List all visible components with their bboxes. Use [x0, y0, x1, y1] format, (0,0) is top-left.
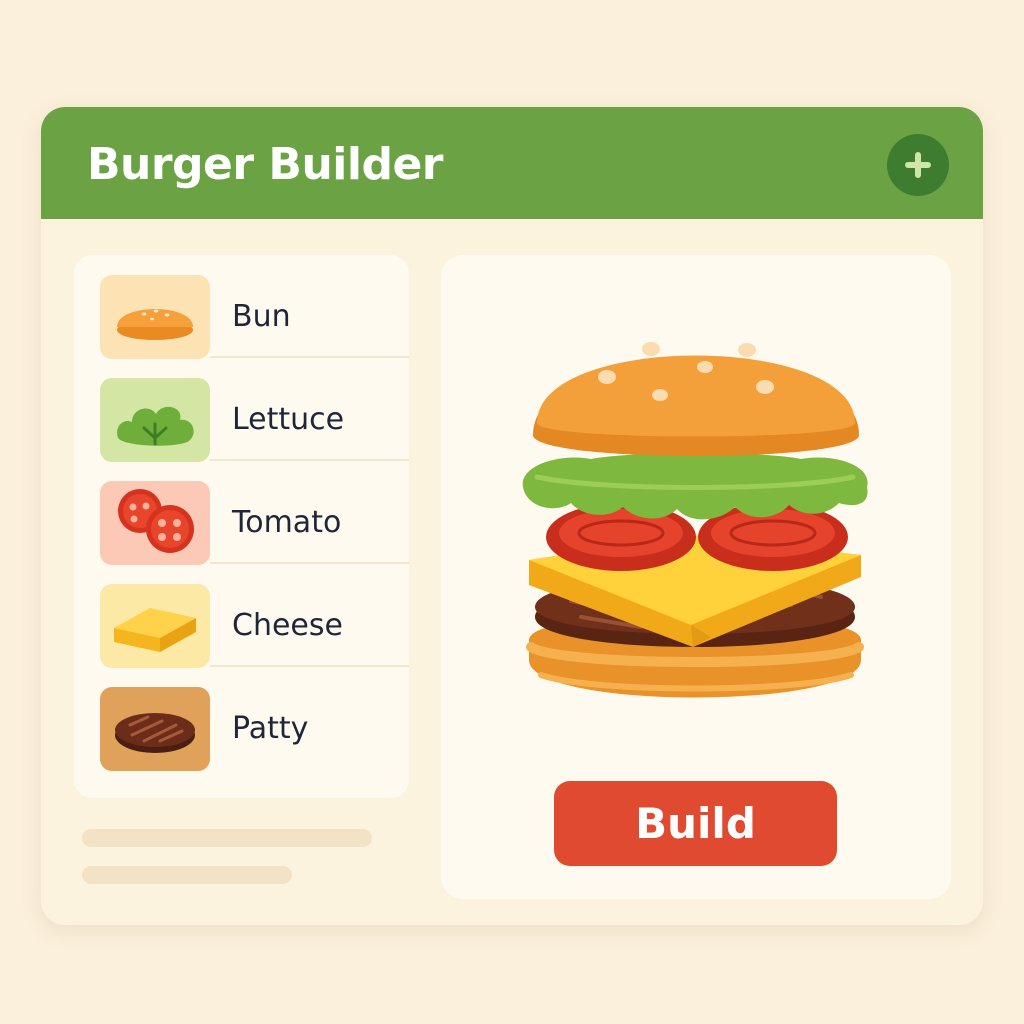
- list-item-patty[interactable]: Patty: [74, 667, 409, 771]
- patty-thumb: [100, 687, 210, 771]
- list-item-tomato[interactable]: Tomato: [74, 461, 409, 565]
- app-window: Burger Builder Bun Lettuce Tomato Cheese…: [41, 107, 983, 925]
- lettuce-thumb: [100, 378, 210, 462]
- header-bar: Burger Builder: [41, 107, 983, 219]
- ingredient-label: Tomato: [232, 505, 342, 540]
- add-button[interactable]: [887, 134, 949, 196]
- lettuce-icon: [117, 406, 194, 446]
- patty-icon: [115, 713, 195, 753]
- bun-top-layer: [533, 342, 859, 456]
- ingredient-label: Lettuce: [232, 402, 345, 437]
- lettuce-layer: [522, 453, 868, 520]
- placeholder-line: [82, 829, 372, 847]
- plus-icon: [905, 152, 931, 178]
- ingredient-label: Bun: [232, 299, 291, 334]
- list-item-lettuce[interactable]: Lettuce: [74, 358, 409, 462]
- placeholder-line: [82, 866, 292, 884]
- cheese-icon: [114, 608, 196, 652]
- build-button[interactable]: Build: [554, 781, 837, 866]
- list-item-cheese[interactable]: Cheese: [74, 564, 409, 668]
- ingredient-label: Cheese: [232, 608, 343, 643]
- ingredient-list: Bun Lettuce Tomato Cheese Patty: [74, 255, 409, 798]
- bun-thumb: [100, 275, 210, 359]
- tomato-thumb: [100, 481, 210, 565]
- app-title: Burger Builder: [87, 139, 443, 190]
- bun-icon: [117, 309, 193, 340]
- tomato-icon: [118, 489, 194, 553]
- burger-preview-panel: Build: [441, 255, 951, 899]
- cheese-thumb: [100, 584, 210, 668]
- ingredient-label: Patty: [232, 711, 309, 746]
- burger-illustration: [522, 342, 868, 698]
- list-item-bun[interactable]: Bun: [74, 255, 409, 359]
